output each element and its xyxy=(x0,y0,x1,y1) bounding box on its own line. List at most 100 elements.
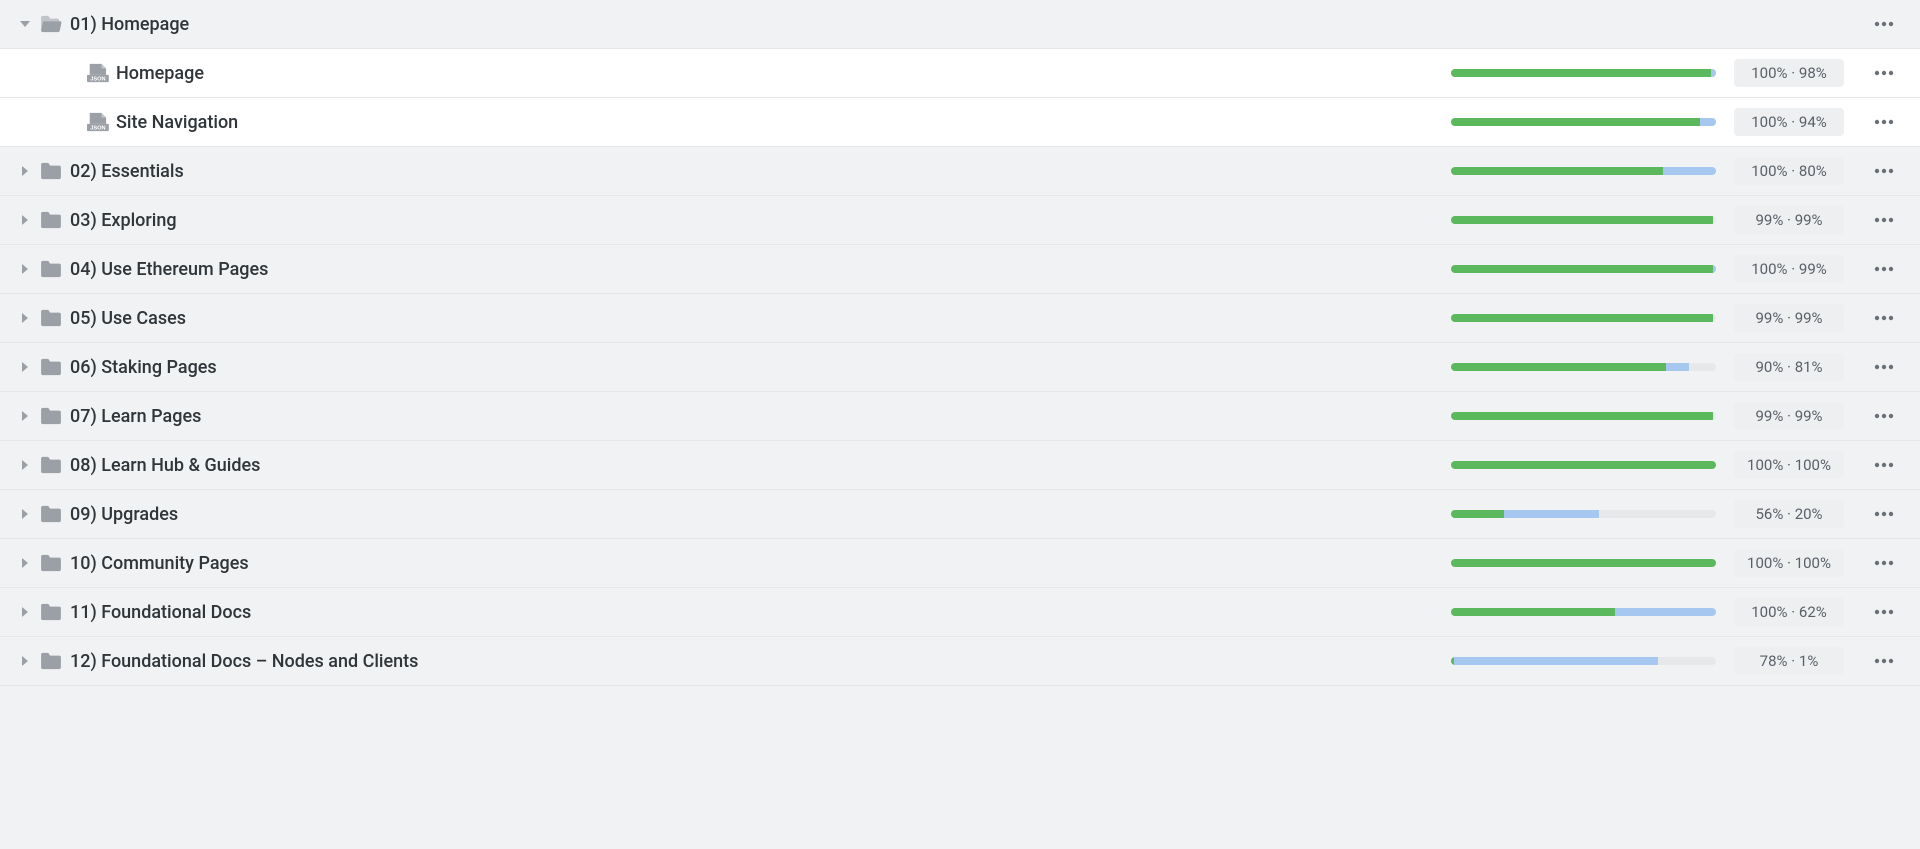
stats-badge: 100% · 62% xyxy=(1734,598,1844,626)
stat-approved: 81% xyxy=(1795,358,1823,376)
chevron-right-icon[interactable] xyxy=(14,264,36,274)
svg-text:JSON: JSON xyxy=(90,77,105,83)
folder-icon xyxy=(36,407,66,425)
stats-badge: 100% · 100% xyxy=(1734,451,1844,479)
item-label[interactable]: 06) Staking Pages xyxy=(66,357,1439,378)
folder-row[interactable]: 06) Staking Pages 90% · 81% xyxy=(0,343,1920,392)
chevron-right-icon[interactable] xyxy=(14,215,36,225)
progress-translated xyxy=(1700,118,1716,126)
progress-bar xyxy=(1451,559,1716,567)
stat-separator: · xyxy=(1788,113,1799,131)
folder-row[interactable]: 07) Learn Pages99% · 99% xyxy=(0,392,1920,441)
file-row[interactable]: JSONSite Navigation100% · 94% xyxy=(0,98,1920,147)
item-label[interactable]: 05) Use Cases xyxy=(66,308,1439,329)
more-menu-icon[interactable] xyxy=(1862,364,1906,370)
folder-icon xyxy=(36,309,66,327)
progress-approved xyxy=(1451,167,1663,175)
item-label[interactable]: 04) Use Ethereum Pages xyxy=(66,259,1439,280)
folder-row[interactable]: 10) Community Pages 100% · 100% xyxy=(0,539,1920,588)
progress-approved xyxy=(1451,412,1713,420)
progress-bar xyxy=(1451,510,1716,518)
more-menu-icon[interactable] xyxy=(1862,217,1906,223)
chevron-right-icon[interactable] xyxy=(14,607,36,617)
chevron-down-icon[interactable] xyxy=(14,19,36,29)
more-menu-icon[interactable] xyxy=(1862,511,1906,517)
chevron-right-icon[interactable] xyxy=(14,362,36,372)
progress-translated xyxy=(1615,608,1716,616)
folder-open-icon xyxy=(36,15,66,33)
more-menu-icon[interactable] xyxy=(1862,70,1906,76)
stat-approved: 98% xyxy=(1799,64,1827,82)
chevron-right-icon[interactable] xyxy=(14,166,36,176)
more-menu-icon[interactable] xyxy=(1862,21,1906,27)
progress-bar xyxy=(1451,608,1716,616)
stats-badge: 100% · 100% xyxy=(1734,549,1844,577)
progress-translated xyxy=(1666,363,1690,371)
chevron-right-icon[interactable] xyxy=(14,411,36,421)
progress-bar xyxy=(1451,363,1716,371)
progress-bar xyxy=(1451,657,1716,665)
chevron-right-icon[interactable] xyxy=(14,558,36,568)
stats-badge: 100% · 98% xyxy=(1734,59,1844,87)
stat-translated: 100% xyxy=(1747,456,1783,474)
chevron-right-icon[interactable] xyxy=(14,656,36,666)
more-menu-icon[interactable] xyxy=(1862,119,1906,125)
item-label[interactable]: 10) Community Pages xyxy=(66,553,1439,574)
stats-badge: 100% · 99% xyxy=(1734,255,1844,283)
progress-approved xyxy=(1451,216,1713,224)
progress-bar xyxy=(1451,265,1716,273)
chevron-right-icon[interactable] xyxy=(14,460,36,470)
item-label[interactable]: Homepage xyxy=(112,63,1439,84)
progress-approved xyxy=(1451,118,1700,126)
item-label[interactable]: 03) Exploring xyxy=(66,210,1439,231)
progress-translated xyxy=(1713,265,1716,273)
stat-approved: 100% xyxy=(1795,456,1831,474)
stat-translated: 100% xyxy=(1751,162,1787,180)
folder-icon xyxy=(36,211,66,229)
progress-approved xyxy=(1451,265,1713,273)
folder-row[interactable]: 12) Foundational Docs – Nodes and Client… xyxy=(0,637,1920,686)
item-label[interactable]: 07) Learn Pages xyxy=(66,406,1439,427)
stat-translated: 99% xyxy=(1755,407,1783,425)
item-label[interactable]: 11) Foundational Docs xyxy=(66,602,1439,623)
chevron-right-icon[interactable] xyxy=(14,509,36,519)
stats-badge: 99% · 99% xyxy=(1734,304,1844,332)
folder-row[interactable]: 09) Upgrades56% · 20% xyxy=(0,490,1920,539)
folder-row[interactable]: 02) Essentials100% · 80% xyxy=(0,147,1920,196)
stat-approved: 94% xyxy=(1799,113,1827,131)
more-menu-icon[interactable] xyxy=(1862,609,1906,615)
stat-approved: 62% xyxy=(1799,603,1827,621)
stat-translated: 99% xyxy=(1755,211,1783,229)
item-label[interactable]: Site Navigation xyxy=(112,112,1439,133)
folder-icon xyxy=(36,456,66,474)
stat-translated: 100% xyxy=(1747,554,1783,572)
folder-row[interactable]: 03) Exploring99% · 99% xyxy=(0,196,1920,245)
stat-separator: · xyxy=(1783,456,1794,474)
stat-translated: 100% xyxy=(1751,260,1787,278)
file-row[interactable]: JSON Homepage 100% · 98% xyxy=(0,49,1920,98)
item-label[interactable]: 12) Foundational Docs – Nodes and Client… xyxy=(66,651,1439,672)
item-label[interactable]: 02) Essentials xyxy=(66,161,1439,182)
folder-row[interactable]: 11) Foundational Docs 100% · 62% xyxy=(0,588,1920,637)
chevron-right-icon[interactable] xyxy=(14,313,36,323)
more-menu-icon[interactable] xyxy=(1862,315,1906,321)
stat-separator: · xyxy=(1788,260,1799,278)
folder-row[interactable]: 05) Use Cases 99% · 99% xyxy=(0,294,1920,343)
stats-badge: 90% · 81% xyxy=(1734,353,1844,381)
folder-row[interactable]: 04) Use Ethereum Pages 100% · 99% xyxy=(0,245,1920,294)
more-menu-icon[interactable] xyxy=(1862,560,1906,566)
more-menu-icon[interactable] xyxy=(1862,658,1906,664)
folder-row[interactable]: 01) Homepage xyxy=(0,0,1920,49)
more-menu-icon[interactable] xyxy=(1862,413,1906,419)
stat-separator: · xyxy=(1788,603,1799,621)
item-label[interactable]: 09) Upgrades xyxy=(66,504,1439,525)
more-menu-icon[interactable] xyxy=(1862,266,1906,272)
item-label[interactable]: 01) Homepage xyxy=(66,14,1844,35)
progress-approved xyxy=(1451,461,1716,469)
more-menu-icon[interactable] xyxy=(1862,462,1906,468)
more-menu-icon[interactable] xyxy=(1862,168,1906,174)
stat-separator: · xyxy=(1783,407,1794,425)
item-label[interactable]: 08) Learn Hub & Guides xyxy=(66,455,1439,476)
folder-row[interactable]: 08) Learn Hub & Guides 100% · 100% xyxy=(0,441,1920,490)
progress-approved xyxy=(1451,510,1504,518)
